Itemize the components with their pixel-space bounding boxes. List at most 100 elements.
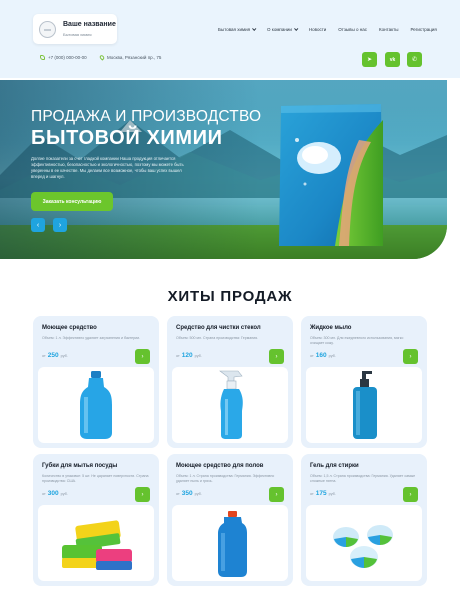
viber-icon: ✆ [411, 57, 418, 63]
hero-description: Долгие показатели за счет гладкой компан… [31, 156, 184, 179]
chevron-down-icon [293, 26, 299, 31]
nav-item-register[interactable]: Регистрация [410, 27, 436, 32]
chevron-right-icon: › [141, 353, 144, 360]
product-image[interactable] [38, 367, 154, 443]
chevron-right-icon: › [275, 353, 278, 360]
chevron-right-icon: › [275, 491, 278, 498]
price-currency: руб. [60, 492, 68, 496]
product-card[interactable]: Гель для стирки Объем: 1,5 л. Страна про… [301, 454, 427, 586]
chevron-right-icon: › [141, 491, 144, 498]
product-open-button[interactable]: › [269, 349, 284, 364]
logo-icon [39, 21, 56, 38]
product-card[interactable]: Жидкое мыло Объем: 300 мл. Для ежедневно… [301, 316, 427, 448]
product-image[interactable] [306, 505, 422, 581]
product-card[interactable]: Моющее средство для полов Объем: 1 л. Ст… [167, 454, 293, 586]
logo-title: Ваше название [63, 21, 116, 28]
price-currency: руб. [194, 492, 202, 496]
nav-item-about[interactable]: О компании [267, 26, 299, 32]
chevron-right-icon: › [409, 353, 412, 360]
vk-button[interactable]: vk [385, 52, 400, 67]
price-prefix: от [42, 354, 46, 358]
product-image[interactable] [172, 367, 288, 443]
phone-contact[interactable]: +7 (000) 000-00-00 [40, 55, 87, 60]
nav-label: Бытовая химия [218, 27, 251, 32]
price-value: 350 [181, 490, 193, 497]
product-card[interactable]: Средство для чистки стекол Объем: 500 мл… [167, 316, 293, 448]
telegram-button[interactable]: ➤ [362, 52, 377, 67]
section-title: ХИТЫ ПРОДАЖ [167, 288, 293, 305]
slider-prev-button[interactable]: ‹ [31, 218, 45, 232]
chevron-right-icon: › [58, 221, 62, 229]
price-prefix: от [176, 492, 180, 496]
product-open-button[interactable]: › [269, 487, 284, 502]
location-pin-icon [98, 54, 106, 61]
nav-label: Регистрация [410, 27, 437, 32]
nav-item-news[interactable]: Новости [309, 27, 326, 32]
main-nav: Бытовая химия О компании Новости Отзывы … [218, 26, 437, 32]
nav-label: О компании [267, 27, 292, 32]
price-value: 175 [315, 490, 327, 497]
product-description: Количество в упаковке: 5 шт. Не царапает… [42, 474, 149, 483]
product-name[interactable]: Средство для чистки стекол [176, 325, 261, 331]
nav-label: Отзывы о нас [338, 27, 368, 32]
site-header: Ваше название Бытовая химия Бытовая хими… [0, 0, 460, 78]
nav-label: Контакты [379, 27, 399, 32]
product-card[interactable]: Губки для мытья посуды Количество в упак… [33, 454, 159, 586]
telegram-icon: ➤ [366, 57, 373, 63]
price-prefix: от [310, 492, 314, 496]
product-open-button[interactable]: › [135, 349, 150, 364]
logo-subtitle: Бытовая химия [63, 32, 92, 37]
hero-title-line1: ПРОДАЖА И ПРОИЗВОДСТВО [31, 108, 262, 125]
product-description: Объем: 1 л. Страна производства: Германи… [176, 474, 275, 483]
consultation-button[interactable]: Заказать консультацию [31, 192, 113, 211]
viber-button[interactable]: ✆ [407, 52, 422, 67]
detergent-pack-image [279, 104, 383, 246]
phone-number: +7 (000) 000-00-00 [48, 55, 87, 60]
product-price: от 300 руб. [42, 490, 68, 497]
price-currency: руб. [328, 492, 336, 496]
slider-next-button[interactable]: › [53, 218, 67, 232]
chevron-right-icon: › [409, 491, 412, 498]
vk-icon: vk [389, 56, 396, 63]
logo[interactable]: Ваше название Бытовая химия [33, 14, 117, 44]
nav-item-reviews[interactable]: Отзывы о нас [338, 27, 367, 32]
product-price: от 160 руб. [310, 352, 336, 359]
product-name[interactable]: Губки для мытья посуды [42, 463, 117, 469]
price-currency: руб. [194, 354, 202, 358]
blue-bottle-image [80, 371, 112, 439]
product-open-button[interactable]: › [403, 487, 418, 502]
product-image[interactable] [38, 505, 154, 581]
price-value: 120 [181, 352, 193, 359]
price-currency: руб. [60, 354, 68, 358]
product-image[interactable] [172, 505, 288, 581]
chevron-down-icon [252, 26, 257, 31]
product-name[interactable]: Моющее средство [42, 325, 97, 331]
product-image[interactable] [306, 367, 422, 443]
hero-title-line2: БЫТОВОЙ ХИМИИ [31, 127, 223, 149]
address-text: Москва, Рязанский пр., 75 [107, 55, 162, 60]
product-description: Объем: 1 л. Эффективно удаляет загрязнен… [42, 336, 141, 340]
address-contact: Москва, Рязанский пр., 75 [98, 54, 162, 61]
product-name[interactable]: Моющее средство для полов [176, 463, 264, 469]
product-price: от 250 руб. [42, 352, 68, 359]
price-value: 300 [47, 490, 59, 497]
product-open-button[interactable]: › [135, 487, 150, 502]
nav-item-household-chemicals[interactable]: Бытовая химия [218, 26, 257, 32]
product-description: Объем: 500 мл. Страна производства: Герм… [176, 336, 259, 340]
product-open-button[interactable]: › [403, 349, 418, 364]
nav-item-contacts[interactable]: Контакты [379, 27, 398, 32]
price-prefix: от [310, 354, 314, 358]
soap-dispenser-image [353, 371, 377, 439]
floor-cleaner-image [218, 511, 247, 577]
product-card[interactable]: Моющее средство Объем: 1 л. Эффективно у… [33, 316, 159, 448]
price-value: 250 [47, 352, 59, 359]
product-name[interactable]: Жидкое мыло [310, 325, 351, 331]
spray-bottle-image [219, 370, 243, 439]
price-prefix: от [176, 354, 180, 358]
price-prefix: от [42, 492, 46, 496]
product-description: Объем: 1,5 л. Страна производства: Герма… [310, 474, 416, 483]
product-name[interactable]: Гель для стирки [310, 463, 359, 469]
product-price: от 120 руб. [176, 352, 202, 359]
laundry-pods-image [333, 525, 393, 568]
product-price: от 350 руб. [176, 490, 202, 497]
